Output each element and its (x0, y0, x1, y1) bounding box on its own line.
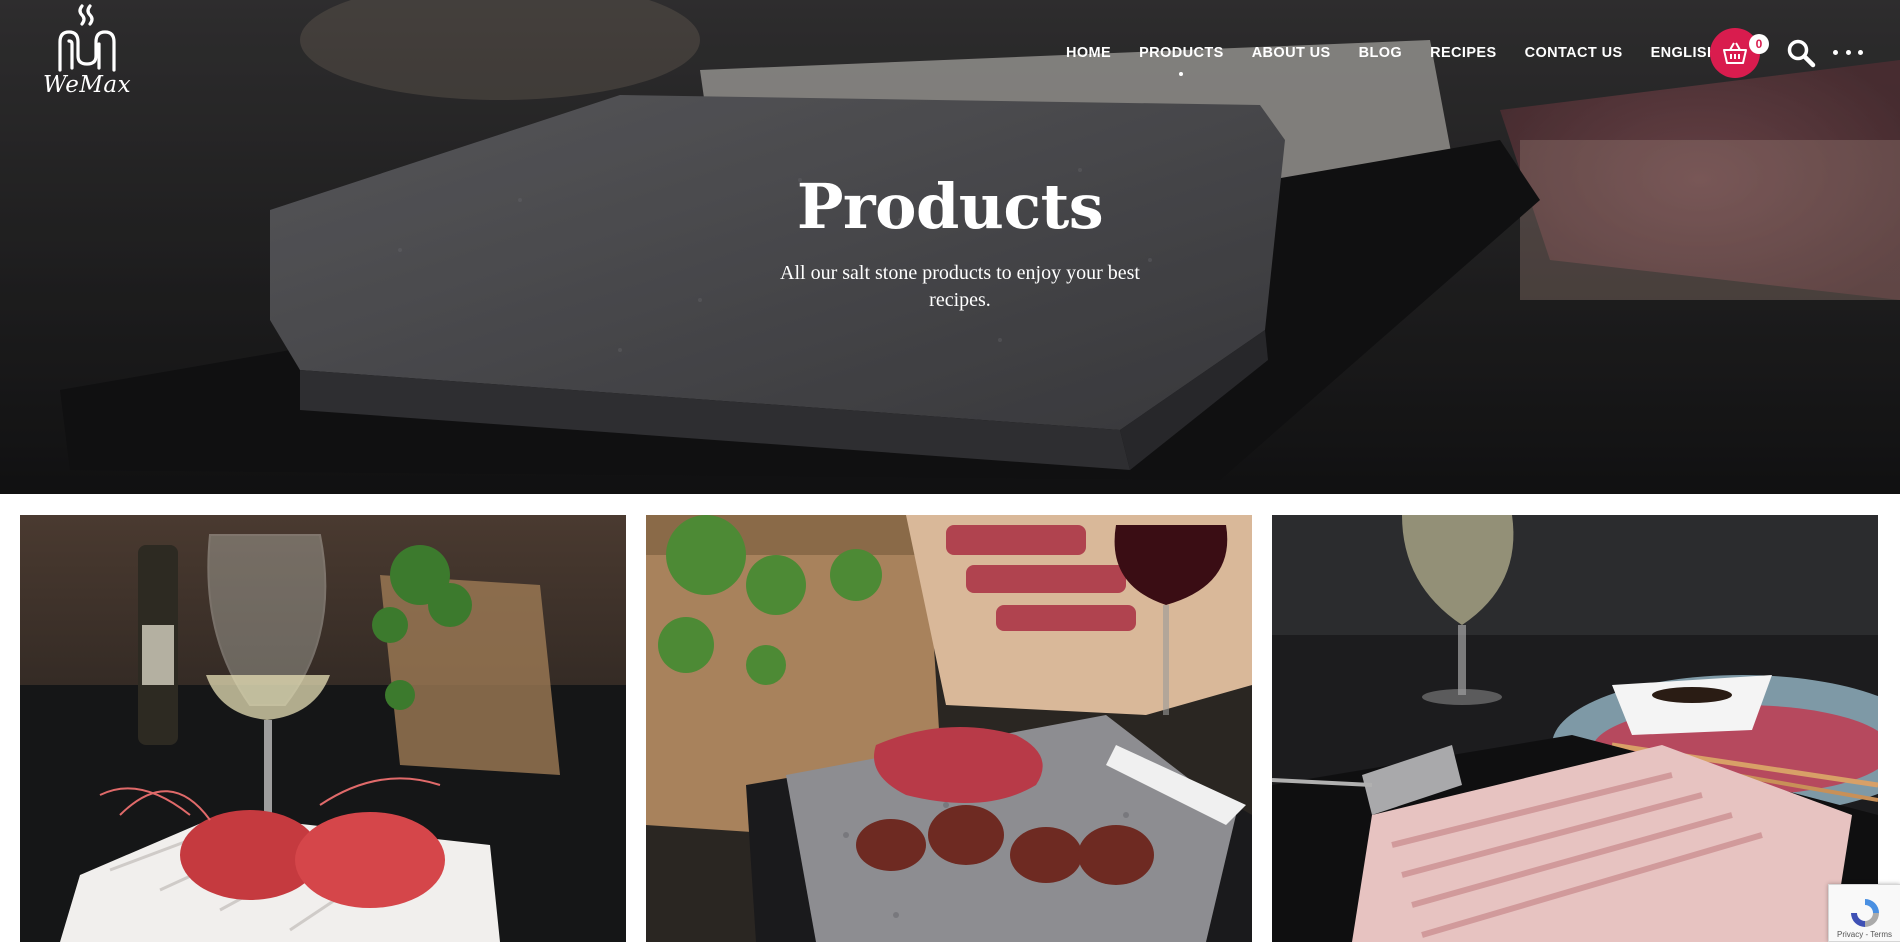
nav-about-us[interactable]: ABOUT US (1252, 45, 1331, 61)
search-button[interactable] (1786, 38, 1816, 68)
nav-language[interactable]: ENGLISH (1651, 45, 1718, 61)
nav-recipes[interactable]: RECIPES (1430, 45, 1496, 61)
cart-count-badge: 0 (1749, 34, 1769, 54)
product-card-3[interactable] (1272, 515, 1878, 942)
product-image-prawns (20, 515, 626, 942)
search-icon (1787, 39, 1816, 68)
product-image-pink-salt (1272, 515, 1878, 942)
page-subtitle: All our salt stone products to enjoy you… (780, 262, 1140, 311)
product-grid (20, 515, 1880, 942)
recaptcha-badge[interactable]: Privacy - Terms (1828, 884, 1900, 942)
product-image-steak (646, 515, 1252, 942)
more-dots-icon (1833, 49, 1838, 55)
more-menu-button[interactable] (1833, 45, 1863, 59)
product-card-2[interactable] (646, 515, 1252, 942)
hero-banner (0, 0, 1900, 494)
main-nav: HOME PRODUCTS ABOUT US BLOG RECIPES CONT… (1066, 42, 1746, 76)
logo-mark-icon (58, 4, 116, 72)
nav-blog[interactable]: BLOG (1359, 45, 1403, 61)
page-title: Products (796, 170, 1104, 243)
hero-overlay (0, 0, 1900, 494)
logo[interactable]: WeMax (38, 2, 136, 106)
nav-home[interactable]: HOME (1066, 45, 1111, 61)
nav-products[interactable]: PRODUCTS (1139, 45, 1224, 76)
recaptcha-label: Privacy - Terms (1837, 930, 1892, 939)
product-card-1[interactable] (20, 515, 626, 942)
nav-contact-us[interactable]: CONTACT US (1525, 45, 1623, 61)
logo-text: WeMax (42, 72, 132, 98)
more-dots-icon (1858, 49, 1863, 55)
cart-icon (1723, 42, 1747, 64)
recaptcha-icon (1850, 899, 1879, 927)
more-dots-icon (1845, 49, 1851, 55)
